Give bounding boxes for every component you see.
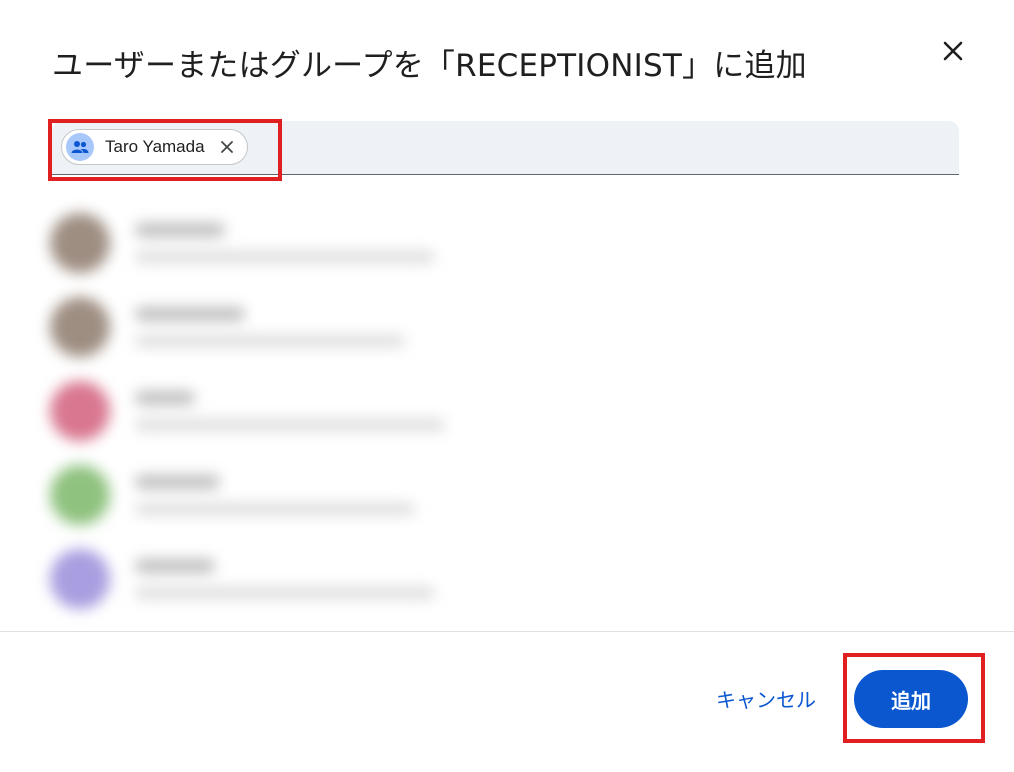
close-icon bbox=[220, 141, 233, 153]
suggestion-item[interactable] bbox=[50, 549, 450, 609]
dialog-title: ユーザーまたはグループを「RECEPTIONIST」に追加 bbox=[52, 48, 807, 84]
suggestion-item[interactable] bbox=[50, 381, 450, 441]
avatar bbox=[50, 297, 110, 357]
avatar bbox=[50, 381, 110, 441]
member-search-field[interactable]: Taro Yamada bbox=[52, 121, 959, 175]
suggestion-item[interactable] bbox=[50, 297, 450, 357]
close-button[interactable] bbox=[936, 34, 970, 68]
chip-label: Taro Yamada bbox=[105, 137, 205, 156]
suggestion-item[interactable] bbox=[50, 213, 450, 273]
group-icon bbox=[66, 133, 94, 161]
suggestion-item[interactable] bbox=[50, 465, 450, 525]
avatar bbox=[50, 549, 110, 609]
selected-member-chip: Taro Yamada bbox=[61, 129, 248, 165]
close-icon bbox=[943, 41, 963, 61]
avatar bbox=[50, 465, 110, 525]
footer-divider bbox=[0, 631, 1014, 632]
add-member-dialog: ユーザーまたはグループを「RECEPTIONIST」に追加 Taro Yamad… bbox=[0, 0, 1014, 772]
cancel-button[interactable]: キャンセル bbox=[700, 676, 832, 720]
suggestion-list bbox=[0, 195, 1014, 625]
avatar bbox=[50, 213, 110, 273]
add-button[interactable]: 追加 bbox=[854, 670, 968, 728]
chip-remove-button[interactable] bbox=[217, 137, 237, 157]
